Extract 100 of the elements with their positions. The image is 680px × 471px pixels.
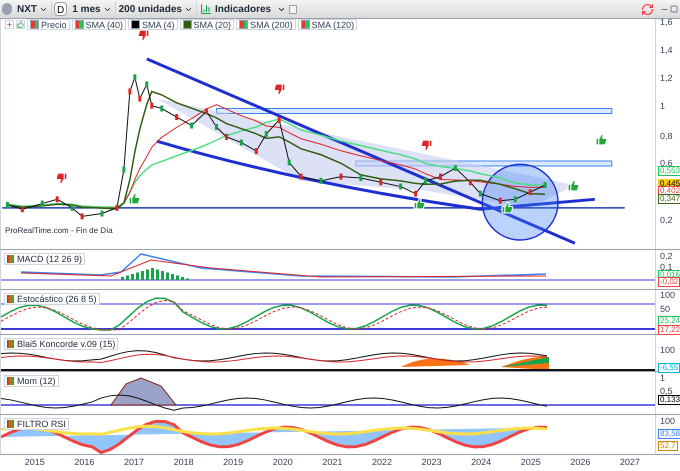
year-label: 2026	[569, 456, 592, 469]
price-candle	[150, 102, 154, 109]
axis-tick-label: 0,5	[660, 386, 673, 396]
year-label: 2019	[222, 456, 244, 469]
price-candle	[190, 122, 194, 128]
price-candle	[133, 74, 136, 80]
value-tag: 52,7	[658, 441, 678, 451]
price-candle	[528, 189, 532, 196]
price-candle	[468, 179, 472, 186]
thumbs-up-icon[interactable]	[16, 20, 25, 30]
indicator-title[interactable]: Estocástico (26 8 5)	[4, 293, 100, 305]
price-candle	[115, 204, 118, 211]
price-candle	[6, 202, 9, 208]
value-tag: 0,553	[658, 166, 680, 176]
price-candle	[320, 178, 323, 184]
price-candle	[478, 190, 482, 197]
thumbs-down-icon	[137, 29, 150, 42]
value-tag: 17,22	[658, 325, 680, 335]
price-candle	[288, 159, 291, 166]
price-candle	[254, 148, 258, 154]
value-tag: 25,24	[658, 316, 680, 326]
axis-tick-label: 0,2	[660, 251, 673, 261]
axis-tick-label: 1,6	[660, 17, 673, 27]
price-candle	[300, 174, 303, 180]
thumbs-up-icon	[567, 179, 580, 192]
axis-tick-label: 100	[660, 345, 676, 355]
panel-icon[interactable]	[289, 4, 298, 14]
thumbs-down-icon	[420, 139, 433, 152]
year-label: 2017	[122, 456, 145, 469]
indicator-title[interactable]: Mom (12)	[4, 375, 59, 387]
axis-tick-label: 1	[660, 373, 666, 383]
price-candle	[70, 204, 74, 211]
price-candle	[122, 166, 126, 172]
volume-area	[501, 357, 549, 367]
price-candle	[40, 200, 44, 206]
indicators-button[interactable]: Indicadores	[196, 1, 274, 17]
year-label: 2022	[370, 456, 393, 469]
value-tag: 83,58	[658, 429, 680, 439]
thumbs-up-icon	[413, 197, 426, 210]
thumbs-up-icon	[501, 201, 514, 214]
year-label: 2027	[618, 456, 641, 469]
year-label: 2016	[73, 456, 96, 469]
price-candle	[224, 134, 228, 140]
symbol-dropdown[interactable]: NXT	[14, 1, 52, 17]
year-label: 2024	[470, 456, 492, 469]
price-candle	[514, 196, 517, 202]
indicator-title[interactable]: MACD (12 26 9)	[4, 253, 86, 265]
price-candle	[379, 179, 382, 186]
price-candle	[544, 182, 547, 188]
year-label: 2023	[420, 456, 443, 469]
units-dropdown[interactable]: 200 unidades	[116, 1, 197, 17]
year-label: 2015	[24, 456, 46, 469]
price-candle	[128, 88, 132, 94]
value-tag: 0,133	[658, 395, 680, 405]
axis-tick-label: 1	[660, 101, 666, 111]
value-tag: -0,02	[658, 277, 680, 287]
price-candle	[498, 198, 502, 204]
price-candle	[80, 213, 84, 220]
year-label: 2021	[321, 456, 344, 469]
year-label: 2025	[520, 456, 542, 469]
price-candle	[175, 114, 178, 120]
thumbs-up-icon	[595, 133, 608, 146]
axis-tick-label: 100	[660, 416, 676, 426]
year-label: 2020	[272, 456, 294, 469]
thumbs-down-icon	[273, 83, 286, 96]
axis-tick-label: 0,8	[660, 131, 673, 141]
value-tag: -6,55	[658, 363, 680, 373]
price-candle	[359, 175, 362, 181]
indicator-title[interactable]: Blai5 Koncorde v.09 (15)	[4, 338, 118, 350]
price-candle	[145, 81, 148, 88]
price-candle	[424, 178, 428, 184]
price-candle	[138, 96, 142, 102]
value-tag: 0,347	[658, 194, 680, 204]
thumbs-up-icon	[128, 192, 141, 205]
axis-tick-label: 0,6	[660, 158, 673, 168]
indicator-title[interactable]: FILTRO RSI	[4, 418, 69, 430]
price-candle	[215, 124, 218, 130]
bar-chart-icon	[200, 3, 212, 15]
price-candle	[278, 116, 281, 123]
price-candle	[439, 174, 442, 180]
axis-tick-label: 50	[660, 304, 670, 314]
mode-button[interactable]: D	[54, 2, 68, 16]
price-candle	[399, 184, 402, 190]
price-candle	[205, 108, 208, 114]
refresh-icon[interactable]	[641, 2, 654, 16]
axis-tick-label: 0,1	[660, 262, 673, 272]
price-candle	[339, 174, 342, 180]
price-candle	[454, 165, 457, 172]
price-candle	[264, 131, 268, 137]
price-candle	[100, 210, 104, 216]
source-label: ProRealTime.com - Fin de Día	[5, 226, 113, 235]
period-dropdown[interactable]: 1 mes	[69, 1, 116, 17]
price-candle	[56, 196, 59, 202]
add-icon[interactable]	[5, 20, 14, 30]
price-candle	[160, 105, 164, 112]
year-label: 2018	[172, 456, 195, 469]
price-candle	[414, 190, 418, 197]
maximize-icon[interactable]	[670, 5, 678, 13]
price-candle	[240, 140, 243, 146]
axis-tick-label: 1,2	[660, 73, 673, 83]
